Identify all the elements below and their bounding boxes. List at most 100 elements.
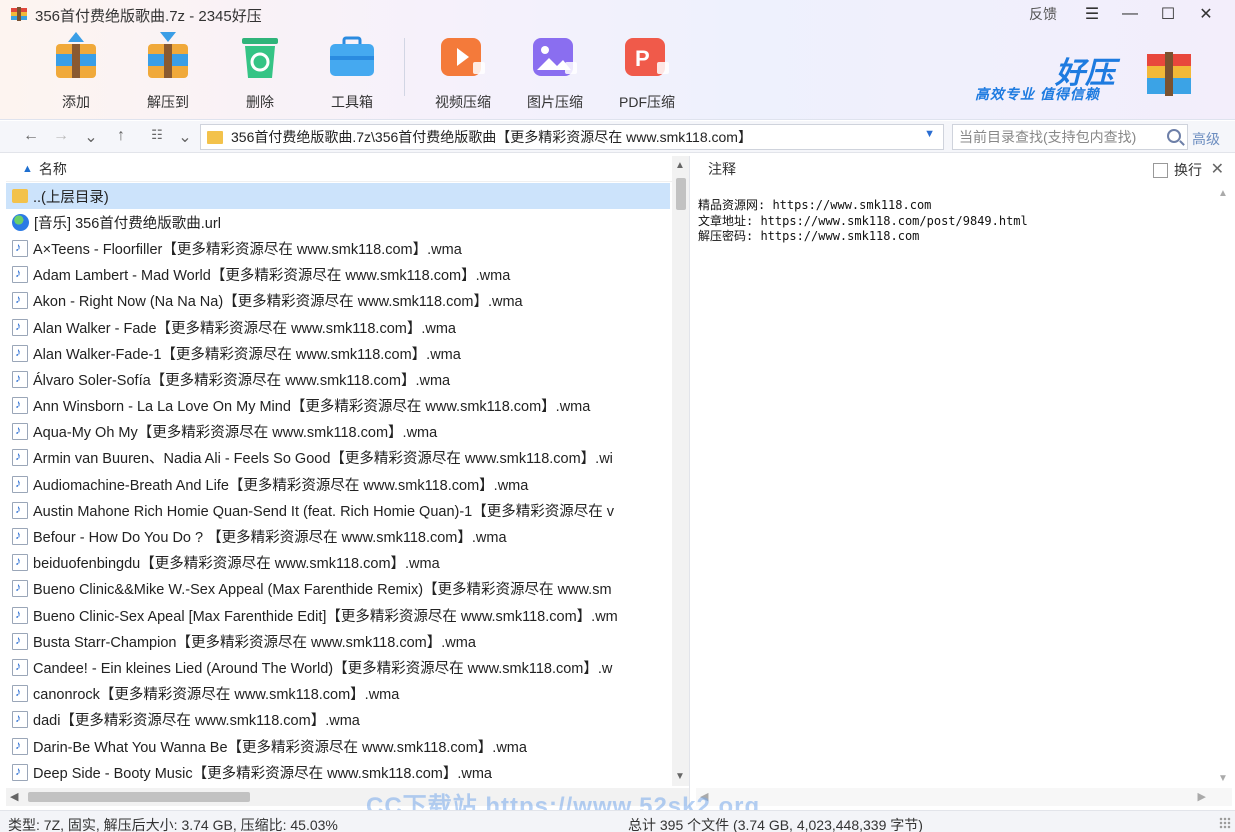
extract-label: 解压到 (147, 94, 189, 110)
search-icon[interactable] (1167, 129, 1181, 143)
audio-file-icon (12, 370, 28, 388)
file-row[interactable]: dadi【更多精彩资源尽在 www.smk118.com】.wma (6, 707, 670, 733)
wrap-checkbox[interactable] (1153, 162, 1168, 178)
file-name: [音乐] 356首付费绝版歌曲.url (34, 215, 221, 232)
search-input[interactable]: 当前目录查找(支持包内查找) (952, 124, 1188, 150)
window-title: 356首付费绝版歌曲.7z - 2345好压 (35, 8, 262, 25)
audio-file-icon (12, 658, 28, 676)
view-mode-dropdown-icon[interactable]: ⌄ (174, 127, 196, 147)
file-name: Adam Lambert - Mad World【更多精彩资源尽在 www.sm… (33, 268, 511, 285)
file-row[interactable]: Deep Side - Booty Music【更多精彩资源尽在 www.smk… (6, 759, 670, 785)
file-row[interactable]: Darin-Be What You Wanna Be【更多精彩资源尽在 www.… (6, 733, 670, 759)
file-name: Álvaro Soler-Sofía【更多精彩资源尽在 www.smk118.c… (33, 372, 451, 389)
comment-horizontal-scrollbar[interactable]: ◀ ▶ (696, 788, 1232, 806)
file-row[interactable]: Bueno Clinic&&Mike W.-Sex Appeal (Max Fa… (6, 576, 670, 602)
file-row[interactable]: Alan Walker-Fade-1【更多精彩资源尽在 www.smk118.c… (6, 340, 670, 366)
scroll-down-icon[interactable]: ▼ (675, 771, 685, 782)
scroll-down-icon[interactable]: ▼ (1218, 773, 1228, 784)
file-row[interactable]: Busta Starr-Champion【更多精彩资源尽在 www.smk118… (6, 628, 670, 654)
audio-file-icon (12, 737, 28, 755)
globe-icon (12, 213, 29, 231)
file-name: A×Teens - Floorfiller【更多精彩资源尽在 www.smk11… (33, 241, 462, 258)
file-name: Busta Starr-Champion【更多精彩资源尽在 www.smk118… (33, 634, 476, 651)
file-row[interactable]: Aqua-My Oh My【更多精彩资源尽在 www.smk118.com】.w… (6, 419, 670, 445)
resize-grip-icon[interactable] (1219, 817, 1231, 829)
add-button[interactable]: 添加 (30, 28, 122, 114)
file-name: canonrock【更多精彩资源尽在 www.smk118.com】.wma (33, 687, 400, 704)
audio-file-icon (12, 292, 28, 310)
comment-title: 注释 (708, 161, 736, 177)
name-column-label: 名称 (38, 160, 67, 177)
comment-close-icon[interactable]: ✕ (1211, 159, 1224, 179)
file-row[interactable]: ..(上层目录) (6, 183, 670, 210)
comment-header: 注释 换行 ✕ (696, 156, 1232, 182)
file-row[interactable]: Armin van Buuren、Nadia Ali - Feels So Go… (6, 445, 670, 471)
file-row[interactable]: A×Teens - Floorfiller【更多精彩资源尽在 www.smk11… (6, 235, 670, 261)
file-row[interactable]: [音乐] 356首付费绝版歌曲.url (6, 209, 670, 235)
file-name: Audiomachine-Breath And Life【更多精彩资源尽在 ww… (33, 477, 529, 494)
file-row[interactable]: beiduofenbingdu【更多精彩资源尽在 www.smk118.com】… (6, 550, 670, 576)
scrollbar-thumb[interactable] (676, 178, 686, 210)
file-name: Deep Side - Booty Music【更多精彩资源尽在 www.smk… (33, 765, 493, 782)
archive-box-logo-icon (1147, 52, 1191, 96)
add-label: 添加 (62, 94, 90, 110)
file-row[interactable]: Audiomachine-Breath And Life【更多精彩资源尽在 ww… (6, 471, 670, 497)
file-row[interactable]: Bueno Clinic-Sex Apeal [Max Farenthide E… (6, 602, 670, 628)
name-column-header[interactable]: ▲ 名称 (6, 156, 689, 182)
scroll-left-icon[interactable]: ◀ (10, 790, 18, 803)
comment-vertical-scrollbar[interactable]: ▲ ▼ (1214, 184, 1232, 788)
back-arrow-icon[interactable]: ← (20, 127, 42, 145)
maximize-icon[interactable]: ☐ (1149, 2, 1187, 26)
image-compress-icon (533, 38, 577, 76)
close-icon[interactable]: ✕ (1187, 2, 1225, 26)
audio-file-icon (12, 632, 28, 650)
file-row[interactable]: Alan Walker - Fade【更多精彩资源尽在 www.smk118.c… (6, 314, 670, 340)
file-row[interactable]: Candee! - Ein kleines Lied (Around The W… (6, 654, 670, 680)
forward-arrow-icon[interactable]: → (50, 127, 72, 145)
video-compress-button[interactable]: 视频压缩 (417, 28, 509, 114)
wrap-toggle[interactable]: 换行 (1153, 160, 1202, 180)
up-level-icon[interactable]: ↑ (110, 127, 132, 145)
window-controls: 反馈 ☰ — ☐ ✕ (1029, 2, 1225, 26)
audio-file-icon (12, 685, 28, 703)
feedback-link[interactable]: 反馈 (1029, 4, 1057, 24)
audio-file-icon (12, 501, 28, 519)
file-name: Aqua-My Oh My【更多精彩资源尽在 www.smk118.com】.w… (33, 425, 438, 442)
extract-button[interactable]: 解压到 (122, 28, 214, 114)
file-name: dadi【更多精彩资源尽在 www.smk118.com】.wma (33, 713, 360, 730)
file-row[interactable]: Befour - How Do You Do ? 【更多精彩资源尽在 www.s… (6, 523, 670, 549)
folder-icon (12, 189, 28, 204)
comment-panel: 注释 换行 ✕ 精品资源网: https://www.smk118.com 文章地… (696, 156, 1232, 807)
brand-logo: 好压 高效专业 值得信赖 (975, 42, 1195, 106)
scroll-up-icon[interactable]: ▲ (1218, 188, 1228, 199)
pdf-compress-label: PDF压缩 (619, 94, 675, 110)
image-compress-button[interactable]: 图片压缩 (509, 28, 601, 114)
file-row[interactable]: Akon - Right Now (Na Na Na)【更多精彩资源尽在 www… (6, 288, 670, 314)
file-total: 总计 395 个文件 (3.74 GB, 4,023,448,339 字节) (628, 817, 923, 832)
advanced-search-link[interactable]: 高级 (1192, 129, 1220, 149)
path-dropdown-icon[interactable]: ▼ (924, 128, 935, 140)
audio-file-icon (12, 266, 28, 284)
file-row[interactable]: Austin Mahone Rich Homie Quan-Send It (f… (6, 497, 670, 523)
comment-text[interactable]: 精品资源网: https://www.smk118.com 文章地址: https… (698, 198, 1028, 245)
history-dropdown-icon[interactable]: ⌄ (80, 127, 102, 147)
file-row[interactable]: Álvaro Soler-Sofía【更多精彩资源尽在 www.smk118.c… (6, 366, 670, 392)
comment-line: 精品资源网: https://www.smk118.com (698, 198, 932, 212)
scroll-up-icon[interactable]: ▲ (675, 160, 685, 171)
audio-file-icon (12, 763, 28, 781)
view-mode-icon[interactable]: ☷ (146, 127, 168, 143)
path-field[interactable]: 356首付费绝版歌曲.7z\356首付费绝版歌曲【更多精彩资源尽在 www.sm… (200, 124, 944, 150)
video-compress-icon (441, 38, 485, 76)
pdf-compress-button[interactable]: P PDF压缩 (601, 28, 693, 114)
toolbox-button[interactable]: 工具箱 (306, 28, 398, 114)
file-row[interactable]: canonrock【更多精彩资源尽在 www.smk118.com】.wma (6, 681, 670, 707)
horizontal-scrollbar-thumb[interactable] (28, 792, 250, 802)
delete-button[interactable]: 删除 (214, 28, 306, 114)
minimize-icon[interactable]: — (1111, 2, 1149, 26)
file-row[interactable]: Ann Winsborn - La La Love On My Mind【更多精… (6, 393, 670, 419)
scroll-right-icon[interactable]: ▶ (1198, 790, 1206, 803)
menu-icon[interactable]: ☰ (1073, 2, 1111, 26)
file-list-vertical-scrollbar[interactable]: ▲ ▼ (672, 156, 689, 786)
file-row[interactable]: Adam Lambert - Mad World【更多精彩资源尽在 www.sm… (6, 262, 670, 288)
file-name: Darin-Be What You Wanna Be【更多精彩资源尽在 www.… (33, 739, 527, 756)
